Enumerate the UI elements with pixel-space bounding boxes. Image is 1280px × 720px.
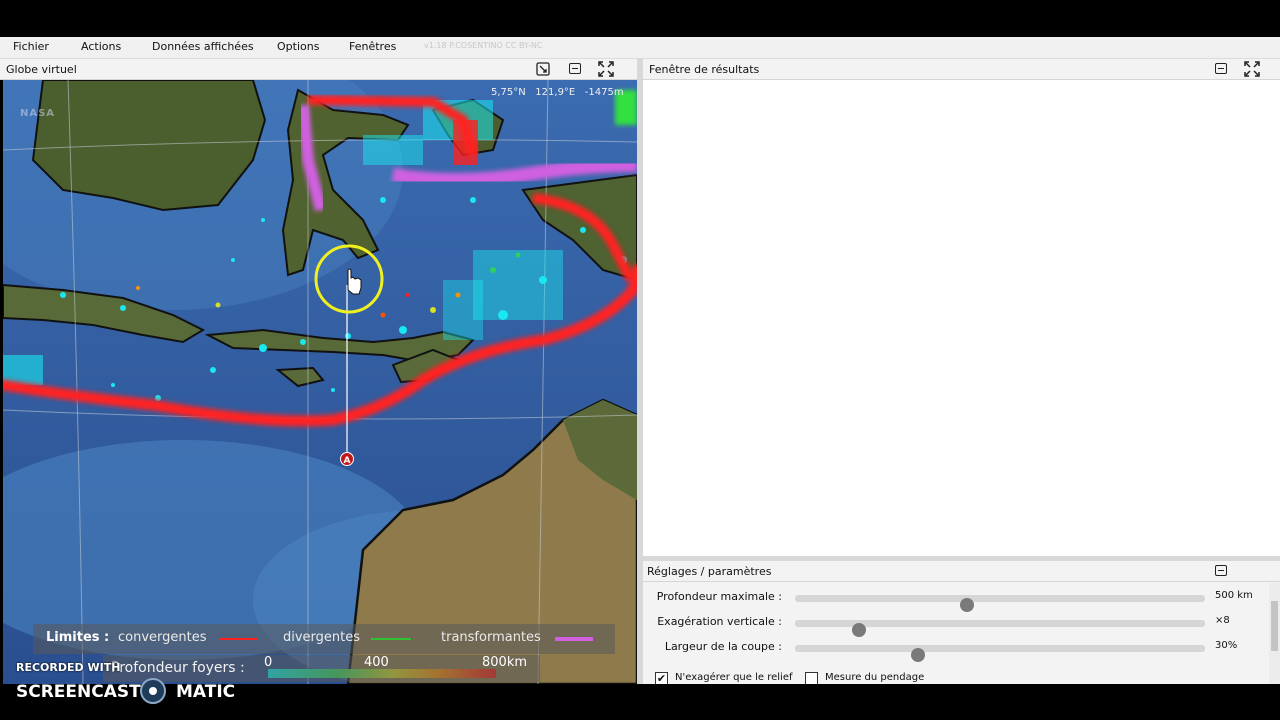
- menu-bar: Fichier Actions Données affichées Option…: [0, 37, 1280, 59]
- menu-fenetres[interactable]: Fenêtres: [349, 40, 396, 53]
- relief-only-checkbox[interactable]: ✔: [655, 672, 668, 684]
- altitude-readout: -1475m: [584, 87, 624, 98]
- results-window: [643, 80, 1280, 556]
- boundary-legend: Limites : convergentes divergentes trans…: [33, 624, 615, 654]
- menu-donnees-affichees[interactable]: Données affichées: [152, 40, 254, 53]
- results-panel-title: Fenêtre de résultats: [649, 63, 760, 76]
- max-depth-thumb[interactable]: [960, 598, 975, 612]
- depth-tick-400: 400: [364, 655, 389, 670]
- depth-tick-800: 800km: [482, 655, 528, 670]
- slider-vertical-exaggeration: Exagération verticale : ×8: [643, 613, 1280, 637]
- max-depth-track[interactable]: [795, 595, 1205, 612]
- maximize-icon: [598, 60, 614, 77]
- menu-options[interactable]: Options: [277, 40, 319, 53]
- legend-divergent-label: divergentes: [283, 630, 361, 645]
- section-width-thumb[interactable]: [911, 648, 925, 662]
- settings-panel: Profondeur maximale : 500 km Exagération…: [643, 582, 1280, 684]
- section-width-track[interactable]: [795, 645, 1205, 662]
- max-depth-label: Profondeur maximale :: [656, 590, 782, 603]
- legend-limits-label: Limites :: [46, 630, 110, 645]
- marker-label: A: [344, 456, 351, 466]
- minimize-icon: [1215, 565, 1227, 576]
- screencast-brand-left: SCREENCAST: [16, 682, 141, 702]
- minimize-icon: [1215, 63, 1227, 74]
- globe-map: A: [3, 80, 637, 684]
- section-width-label: Largeur de la coupe :: [664, 640, 782, 653]
- minimize-icon: [569, 63, 581, 74]
- maximize-icon: [1244, 60, 1260, 77]
- screencast-logo-icon: [140, 678, 166, 704]
- dip-measure-checkbox[interactable]: [805, 672, 818, 684]
- vertical-exaggeration-track[interactable]: [795, 620, 1205, 637]
- legend-transform-label: transformantes: [441, 630, 541, 645]
- menu-actions[interactable]: Actions: [81, 40, 121, 53]
- legend-transform-swatch: [555, 637, 593, 641]
- depth-legend-label: Profondeur foyers :: [111, 660, 245, 676]
- longitude-readout: 121,9°E: [535, 87, 576, 98]
- virtual-globe-view[interactable]: A NASA 5,75°N 121,9°E -1475m Limites : c…: [3, 80, 637, 684]
- settings-panel-title: Réglages / paramètres: [647, 565, 772, 578]
- section-width-value: 30%: [1215, 640, 1238, 651]
- legend-convergent-label: convergentes: [118, 630, 207, 645]
- relief-only-label: N'exagérer que le relief: [675, 672, 793, 683]
- vertical-exaggeration-value: ×8: [1215, 615, 1230, 626]
- globe-panel-title: Globe virtuel: [6, 63, 77, 76]
- vertical-exaggeration-label: Exagération verticale :: [657, 615, 782, 628]
- globe-panel-header: Globe virtuel: [0, 59, 637, 80]
- settings-minimize-button[interactable]: [1213, 563, 1229, 578]
- dip-measure-label: Mesure du pendage: [825, 672, 925, 683]
- cross-section-icon: [536, 61, 550, 76]
- vertical-exaggeration-thumb[interactable]: [851, 623, 866, 637]
- globe-maximize-button[interactable]: [598, 60, 614, 77]
- depth-tick-0: 0: [264, 655, 273, 670]
- slider-max-depth: Profondeur maximale : 500 km: [643, 588, 1280, 612]
- nasa-watermark: NASA: [20, 108, 56, 119]
- screencast-brand-right: MATIC: [176, 682, 236, 702]
- settings-scrollbar-thumb[interactable]: [1271, 601, 1278, 651]
- globe-minimize-button[interactable]: [567, 61, 583, 76]
- menu-fichier[interactable]: Fichier: [13, 40, 49, 53]
- slider-section-width: Largeur de la coupe : 30%: [643, 638, 1280, 662]
- depth-legend: Profondeur foyers : 0 400 800km: [103, 655, 540, 682]
- version-label: v1.18 P.COSENTINO CC BY-NC: [424, 41, 543, 50]
- results-minimize-button[interactable]: [1213, 61, 1229, 76]
- bottom-black-bar: SCREENCAST MATIC: [0, 678, 1280, 720]
- recorded-with-label: RECORDED WITH: [16, 661, 121, 674]
- settings-scrollbar[interactable]: [1269, 583, 1280, 684]
- top-black-bar: [0, 0, 1280, 37]
- settings-checkbox-row: ✔ N'exagérer que le relief Mesure du pen…: [655, 672, 1055, 684]
- results-maximize-button[interactable]: [1244, 60, 1260, 77]
- coordinate-readout: 5,75°N 121,9°E -1475m: [491, 87, 624, 98]
- legend-divergent-swatch: [371, 638, 411, 640]
- results-panel-header: Fenêtre de résultats: [643, 59, 1280, 80]
- settings-panel-header: Réglages / paramètres: [643, 561, 1280, 582]
- max-depth-value: 500 km: [1215, 590, 1253, 601]
- latitude-readout: 5,75°N: [491, 87, 526, 98]
- cross-section-tool-button[interactable]: [535, 61, 551, 76]
- borneo-landmass: [31, 80, 267, 212]
- legend-convergent-swatch: [219, 638, 257, 640]
